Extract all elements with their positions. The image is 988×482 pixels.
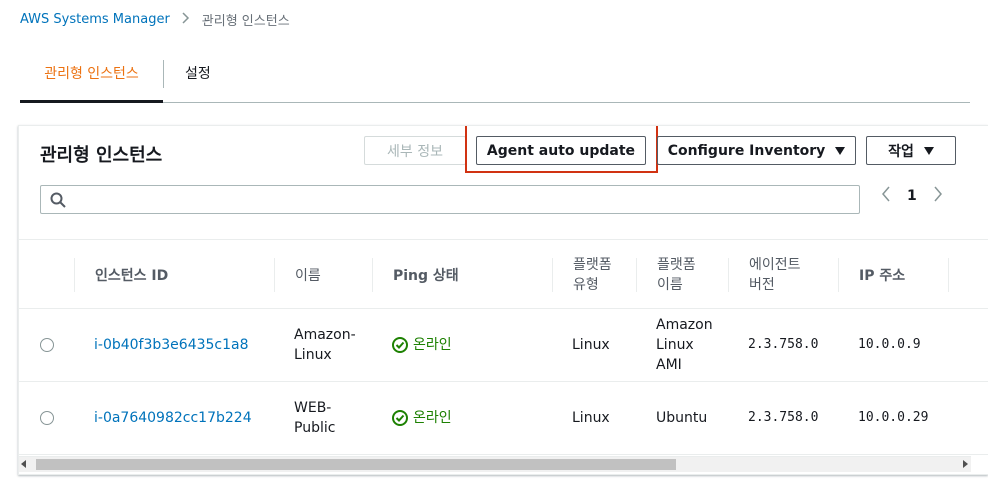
column-platform-name-line2: 이름	[657, 276, 683, 293]
column-agent-version-line2: 버전	[749, 276, 775, 293]
column-divider	[636, 258, 637, 292]
page-number[interactable]: 1	[907, 188, 917, 204]
name-line1: WEB-	[294, 400, 332, 416]
column-divider	[838, 258, 839, 292]
row-select-cell	[40, 382, 54, 454]
platform-type-cell: Linux	[572, 337, 610, 353]
column-platform-type-line1: 플랫폼	[573, 256, 612, 273]
configure-inventory-button[interactable]: Configure Inventory	[657, 136, 856, 165]
tab-divider	[163, 60, 164, 88]
instance-id-link[interactable]: i-0a7640982cc17b224	[94, 408, 252, 428]
name-cell: Amazon- Linux	[294, 309, 356, 381]
actions-label: 작업	[888, 143, 914, 160]
managed-instances-panel: 관리형 인스턴스 세부 정보 Agent auto update Configu…	[18, 125, 988, 475]
ping-status-text: 온라인	[413, 410, 452, 426]
column-platform-name[interactable]: 플랫폼 이름	[657, 240, 696, 309]
column-name[interactable]: 이름	[295, 240, 321, 309]
platform-name-line3: AMI	[656, 357, 682, 373]
breadcrumb: AWS Systems Manager 관리형 인스턴스	[20, 10, 290, 29]
instance-id-cell: i-0b40f3b3e6435c1a8	[94, 309, 249, 381]
chevron-right-icon	[182, 11, 190, 28]
name-line2: Public	[294, 420, 336, 436]
breadcrumb-current: 관리형 인스턴스	[201, 14, 290, 29]
agent-version-cell: 2.3.758.0	[748, 337, 819, 352]
check-circle-icon	[392, 410, 408, 426]
chevron-right-icon[interactable]	[933, 186, 943, 206]
column-divider	[728, 258, 729, 292]
name-cell: WEB- Public	[294, 382, 335, 454]
chevron-left-icon[interactable]	[881, 186, 891, 206]
horizontal-scrollbar[interactable]	[19, 456, 971, 472]
name-line1: Amazon-	[294, 327, 356, 343]
table-header: 인스턴스 ID 이름 Ping 상태 플랫폼 유형 플랫폼 이름 에이전트 버전…	[19, 239, 988, 309]
column-agent-version[interactable]: 에이전트 버전	[749, 240, 801, 309]
platform-name-line2: Linux	[656, 337, 694, 353]
column-platform-type-line2: 유형	[573, 276, 599, 293]
instance-id-cell: i-0a7640982cc17b224	[94, 382, 252, 454]
column-ip-address[interactable]: IP 주소	[859, 240, 905, 309]
ip-address-cell: 10.0.0.9	[858, 337, 921, 352]
column-platform-type[interactable]: 플랫폼 유형	[573, 240, 612, 309]
column-ping-status[interactable]: Ping 상태	[393, 240, 459, 309]
details-button[interactable]: 세부 정보	[364, 136, 466, 165]
row-select-cell	[40, 309, 54, 381]
ping-status: 온라인	[392, 335, 452, 355]
tab-bar: 관리형 인스턴스 설정	[20, 55, 970, 103]
platform-type-cell: Linux	[572, 410, 610, 426]
ping-status-cell: 온라인	[392, 382, 452, 454]
pagination: 1	[881, 186, 943, 206]
table-row[interactable]: i-0b40f3b3e6435c1a8 Amazon- Linux 온라인 Li…	[19, 309, 988, 382]
column-agent-version-line1: 에이전트	[749, 256, 801, 273]
row-radio-button[interactable]	[40, 411, 54, 425]
instance-id-link[interactable]: i-0b40f3b3e6435c1a8	[94, 335, 249, 355]
agent-auto-update-button[interactable]: Agent auto update	[476, 136, 646, 165]
platform-name-cell: Ubuntu	[656, 410, 708, 426]
caret-down-icon	[835, 146, 846, 155]
column-divider	[74, 258, 75, 292]
row-radio-button[interactable]	[40, 338, 54, 352]
caret-down-icon	[923, 146, 934, 155]
scrollbar-thumb[interactable]	[36, 459, 676, 470]
column-instance-id[interactable]: 인스턴스 ID	[95, 240, 168, 309]
tab-settings[interactable]: 설정	[185, 55, 211, 103]
scroll-left-icon[interactable]	[21, 460, 26, 468]
search-input[interactable]	[75, 186, 855, 213]
name-line2: Linux	[294, 347, 332, 363]
ping-status-text: 온라인	[413, 337, 452, 353]
ping-status-cell: 온라인	[392, 309, 452, 381]
search-icon	[50, 192, 66, 208]
actions-button[interactable]: 작업	[866, 136, 956, 165]
column-platform-name-line1: 플랫폼	[657, 256, 696, 273]
column-divider	[274, 258, 275, 292]
tab-managed-instances[interactable]: 관리형 인스턴스	[20, 55, 163, 103]
check-circle-icon	[392, 337, 408, 353]
column-divider	[372, 258, 373, 292]
platform-name-line1: Amazon	[656, 317, 713, 333]
column-divider	[948, 258, 949, 292]
table-row[interactable]: i-0a7640982cc17b224 WEB- Public 온라인 Linu…	[19, 382, 988, 455]
search-box	[40, 185, 860, 214]
breadcrumb-root-link[interactable]: AWS Systems Manager	[20, 12, 170, 27]
column-divider	[552, 258, 553, 292]
scroll-right-icon[interactable]	[963, 460, 968, 468]
configure-inventory-label: Configure Inventory	[667, 142, 826, 159]
ip-address-cell: 10.0.0.29	[858, 410, 929, 425]
ping-status: 온라인	[392, 408, 452, 428]
platform-name-cell: Amazon Linux AMI	[656, 309, 713, 381]
panel-title: 관리형 인스턴스	[40, 145, 163, 166]
agent-version-cell: 2.3.758.0	[748, 410, 819, 425]
